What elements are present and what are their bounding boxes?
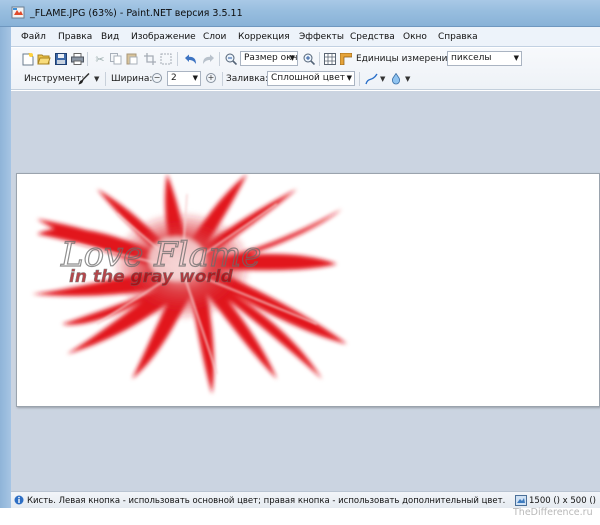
toolbar-separator (319, 52, 320, 66)
toolbar-separator (87, 52, 88, 66)
undo-icon[interactable] (183, 52, 197, 66)
menu-file[interactable]: Файл (21, 32, 46, 42)
toolbars: ✂ Размер окна ▼ Единицы измерения: пиксе… (11, 48, 600, 90)
open-file-icon[interactable] (37, 52, 51, 66)
width-label: Ширина: (111, 74, 153, 84)
chevron-down-icon: ▼ (289, 54, 295, 62)
image-size: 1500 () x 500 () (529, 496, 596, 506)
zoom-out-icon[interactable] (224, 52, 238, 66)
toolbar-separator (359, 72, 360, 86)
menu-utilities[interactable]: Средства (350, 32, 395, 42)
zoom-in-icon[interactable] (302, 52, 316, 66)
tool-label: Инструмент: (24, 74, 85, 84)
chevron-down-icon[interactable]: ▼ (405, 75, 410, 83)
fill-select[interactable]: Сплошной цвет ▼ (267, 71, 355, 86)
chevron-down-icon: ▼ (346, 74, 352, 82)
units-select[interactable]: пикселы ▼ (447, 51, 522, 66)
antialias-icon[interactable] (364, 72, 378, 86)
artwork-subtitle: in the gray world (69, 267, 234, 287)
title-bar: _FLAME.JPG (63%) - Paint.NET версия 3.5.… (0, 0, 600, 27)
menu-adjustments[interactable]: Коррекция (238, 32, 290, 42)
menu-help[interactable]: Справка (438, 32, 478, 42)
width-value: 2 (171, 73, 177, 83)
toolbar-separator (177, 52, 178, 66)
menu-edit[interactable]: Правка (58, 32, 92, 42)
toolbar-separator (105, 72, 106, 86)
menu-image[interactable]: Изображение (131, 32, 196, 42)
minus-icon[interactable]: − (152, 73, 162, 83)
chevron-down-icon: ▼ (192, 74, 198, 82)
grid-icon[interactable] (323, 52, 337, 66)
status-hint: Кисть. Левая кнопка - использовать основ… (27, 496, 506, 506)
paintnet-app-icon (11, 6, 25, 19)
menu-bar: Файл Правка Вид Изображение Слои Коррекц… (11, 27, 600, 47)
width-select[interactable]: 2 ▼ (167, 71, 201, 86)
menu-effects[interactable]: Эффекты (299, 32, 344, 42)
ruler-icon[interactable] (339, 52, 353, 66)
window-title: _FLAME.JPG (63%) - Paint.NET версия 3.5.… (30, 8, 243, 19)
chevron-down-icon: ▼ (513, 54, 519, 62)
chevron-down-icon[interactable]: ▼ (380, 75, 385, 83)
help-info-icon (14, 495, 24, 505)
menu-layers[interactable]: Слои (203, 32, 226, 42)
watermark: TheDifference.ru (513, 507, 593, 518)
plus-icon[interactable]: + (206, 73, 216, 83)
print-icon[interactable] (70, 52, 84, 66)
status-bar: Кисть. Левая кнопка - использовать основ… (11, 491, 600, 508)
menu-window[interactable]: Окно (403, 32, 427, 42)
bottom-strip (0, 508, 600, 525)
window-frame-left (0, 27, 11, 508)
paste-icon[interactable] (125, 52, 139, 66)
image-canvas[interactable]: Love Flame in the gray world (16, 173, 600, 407)
deselect-icon[interactable] (159, 52, 173, 66)
units-value: пикселы (451, 53, 492, 63)
crop-icon[interactable] (143, 52, 157, 66)
toolbar-separator (222, 72, 223, 86)
blend-mode-icon[interactable] (389, 72, 403, 86)
cut-icon[interactable]: ✂ (93, 52, 107, 66)
toolbar-separator (219, 52, 220, 66)
image-size-icon (515, 495, 527, 506)
brush-icon[interactable] (77, 72, 91, 86)
redo-icon[interactable] (201, 52, 215, 66)
workspace: Love Flame in the gray world (11, 91, 600, 491)
new-file-icon[interactable] (21, 52, 35, 66)
menu-view[interactable]: Вид (101, 32, 119, 42)
units-label: Единицы измерения: (356, 54, 456, 64)
fill-value: Сплошной цвет (271, 73, 345, 83)
save-icon[interactable] (54, 52, 68, 66)
zoom-select[interactable]: Размер окна ▼ (240, 51, 298, 66)
flame-artwork: Love Flame in the gray world (32, 174, 347, 394)
copy-icon[interactable] (109, 52, 123, 66)
fill-label: Заливка: (226, 74, 269, 84)
chevron-down-icon[interactable]: ▼ (94, 75, 99, 83)
